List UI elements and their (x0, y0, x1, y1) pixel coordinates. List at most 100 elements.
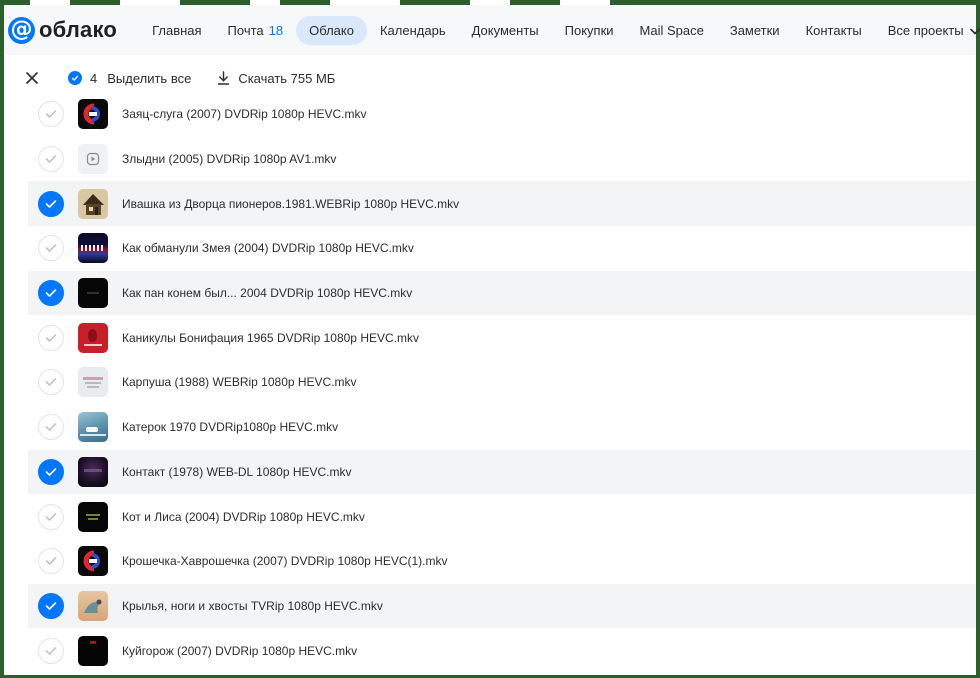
video-thumbnail (78, 278, 108, 309)
file-checkbox[interactable] (38, 190, 64, 217)
file-name: Злыдни (2005) DVDRip 1080p AV1.mkv (122, 152, 337, 167)
checkmark-icon (45, 423, 57, 431)
video-thumbnail (78, 367, 108, 398)
nav-item[interactable]: Mail Space (627, 16, 717, 45)
file-name: Куйгорож (2007) DVDRip 1080p HEVC.mkv (122, 643, 358, 658)
unread-count-badge: 18 (268, 22, 284, 38)
checkmark-icon (45, 557, 57, 566)
video-thumbnail (78, 635, 108, 666)
file-row[interactable]: Злыдни (2005) DVDRip 1080p AV1.mkv (28, 137, 976, 182)
file-name: Заяц-слуга (2007) DVDRip 1080p HEVC.mkv (122, 107, 367, 122)
file-list: Заяц-слуга (2007) DVDRip 1080p HEVC.mkv З… (28, 92, 976, 673)
close-icon (26, 72, 38, 84)
nav-item[interactable]: Заметки (717, 16, 793, 45)
nav-item[interactable]: Облако (296, 15, 367, 45)
cloud-logo[interactable]: @ облако (8, 16, 118, 44)
file-row[interactable]: Ивашка из Дворца пионеров.1981.WEBRip 10… (28, 181, 976, 227)
nav-item[interactable]: Календарь (367, 16, 459, 45)
file-checkbox[interactable] (38, 324, 64, 351)
video-thumbnail (78, 233, 108, 264)
nav-item-label: Все проекты (887, 22, 964, 38)
file-name: Катерок 1970 DVDRip1080p HEVC.mkv (122, 420, 339, 435)
checkmark-icon (45, 289, 57, 297)
video-thumbnail (78, 501, 108, 532)
video-thumbnail (78, 546, 108, 577)
file-name: Как обманули Змея (2004) DVDRip 1080p HE… (122, 241, 414, 256)
checkmark-icon (45, 199, 57, 208)
checkmark-icon (45, 333, 57, 342)
nav-item-label: Заметки (729, 22, 780, 38)
nav-item-label: Облако (309, 22, 354, 38)
nav-item[interactable]: Все проекты (875, 16, 980, 45)
nav-item-label: Mail Space (639, 22, 704, 38)
video-thumbnail (78, 322, 108, 353)
file-checkbox[interactable] (38, 146, 64, 173)
video-thumbnail (78, 590, 108, 621)
nav-item-label: Документы (471, 22, 539, 38)
file-checkbox[interactable] (38, 235, 64, 262)
video-thumbnail (78, 99, 108, 130)
chevron-down-icon (969, 28, 980, 35)
file-row[interactable]: Карпуша (1988) WEBRip 1080p HEVC.mkv (28, 360, 976, 405)
nav-item[interactable]: Почта 18 (215, 16, 297, 45)
file-row[interactable]: Как пан конем был... 2004 DVDRip 1080p H… (28, 270, 976, 316)
file-row[interactable]: Кот и Лиса (2004) DVDRip 1080p HEVC.mkv (28, 494, 976, 539)
file-checkbox[interactable] (38, 414, 64, 441)
at-sign-icon: @ (8, 16, 35, 44)
nav-item-label: Календарь (379, 22, 446, 38)
video-thumbnail (78, 412, 108, 443)
select-all-button[interactable]: Выделить все (107, 71, 191, 86)
download-label: Скачать 755 МБ (238, 70, 336, 86)
nav-item[interactable]: Документы (459, 16, 552, 45)
file-checkbox[interactable] (38, 280, 64, 307)
file-checkbox[interactable] (38, 503, 64, 530)
checkmark-icon (45, 244, 57, 253)
checkmark-icon (45, 155, 57, 163)
file-name: Контакт (1978) WEB-DL 1080p HEVC.mkv (122, 464, 352, 479)
file-row[interactable]: Куйгорож (2007) DVDRip 1080p HEVC.mkv (28, 628, 976, 673)
video-thumbnail (78, 188, 108, 219)
file-name: Кот и Лиса (2004) DVDRip 1080p HEVC.mkv (122, 509, 365, 524)
file-row[interactable]: Заяц-слуга (2007) DVDRip 1080p HEVC.mkv (28, 92, 976, 137)
checkmark-icon (45, 646, 57, 655)
selected-count: 4 (90, 70, 98, 86)
checkmark-icon (45, 602, 57, 610)
file-checkbox[interactable] (38, 101, 64, 128)
checkmark-icon (45, 512, 57, 521)
video-file-icon (78, 144, 108, 175)
file-name: Ивашка из Дворца пионеров.1981.WEBRip 10… (122, 196, 460, 211)
file-checkbox[interactable] (38, 458, 64, 485)
nav-item-label: Контакты (805, 22, 862, 38)
download-button[interactable]: Скачать 755 МБ (217, 71, 335, 86)
checkmark-icon (45, 378, 57, 387)
file-row[interactable]: Каникулы Бонифация 1965 DVDRip 1080p HEV… (28, 315, 976, 360)
file-checkbox[interactable] (38, 592, 64, 619)
logo-text: облако (39, 17, 118, 42)
file-row[interactable]: Как обманули Змея (2004) DVDRip 1080p HE… (28, 226, 976, 271)
checkmark-icon (45, 110, 57, 119)
nav-item[interactable]: Главная (139, 16, 214, 45)
file-name: Как пан конем был... 2004 DVDRip 1080p H… (122, 286, 413, 301)
nav-item-label: Главная (152, 22, 202, 38)
file-name: Карпуша (1988) WEBRip 1080p HEVC.mkv (122, 375, 357, 390)
file-name: Крошечка-Хаврошечка (2007) DVDRip 1080p … (122, 554, 448, 569)
file-row[interactable]: Катерок 1970 DVDRip1080p HEVC.mkv (28, 405, 976, 450)
file-checkbox[interactable] (38, 548, 64, 575)
file-name: Крылья, ноги и хвосты TVRip 1080p HEVC.m… (122, 598, 383, 613)
video-thumbnail (78, 456, 108, 487)
file-name: Каникулы Бонифация 1965 DVDRip 1080p HEV… (122, 330, 419, 345)
file-row[interactable]: Контакт (1978) WEB-DL 1080p HEVC.mkv (28, 449, 976, 495)
selected-check-icon (68, 71, 82, 85)
top-navigation-bar: @ облако Главная Почта 18 Облако Календарь До… (4, 5, 980, 55)
service-nav: Главная Почта 18 Облако Календарь Документы По… (139, 15, 980, 45)
nav-item[interactable]: Покупки (552, 16, 627, 45)
nav-item[interactable]: Контакты (793, 16, 875, 45)
file-checkbox[interactable] (38, 369, 64, 396)
file-checkbox[interactable] (38, 637, 64, 664)
file-row[interactable]: Крылья, ноги и хвосты TVRip 1080p HEVC.m… (28, 583, 976, 629)
nav-item-label: Покупки (564, 22, 614, 38)
checkmark-icon (45, 468, 57, 476)
nav-item-label: Почта (227, 22, 264, 38)
download-icon (218, 71, 230, 85)
file-row[interactable]: Крошечка-Хаврошечка (2007) DVDRip 1080p … (28, 539, 976, 584)
